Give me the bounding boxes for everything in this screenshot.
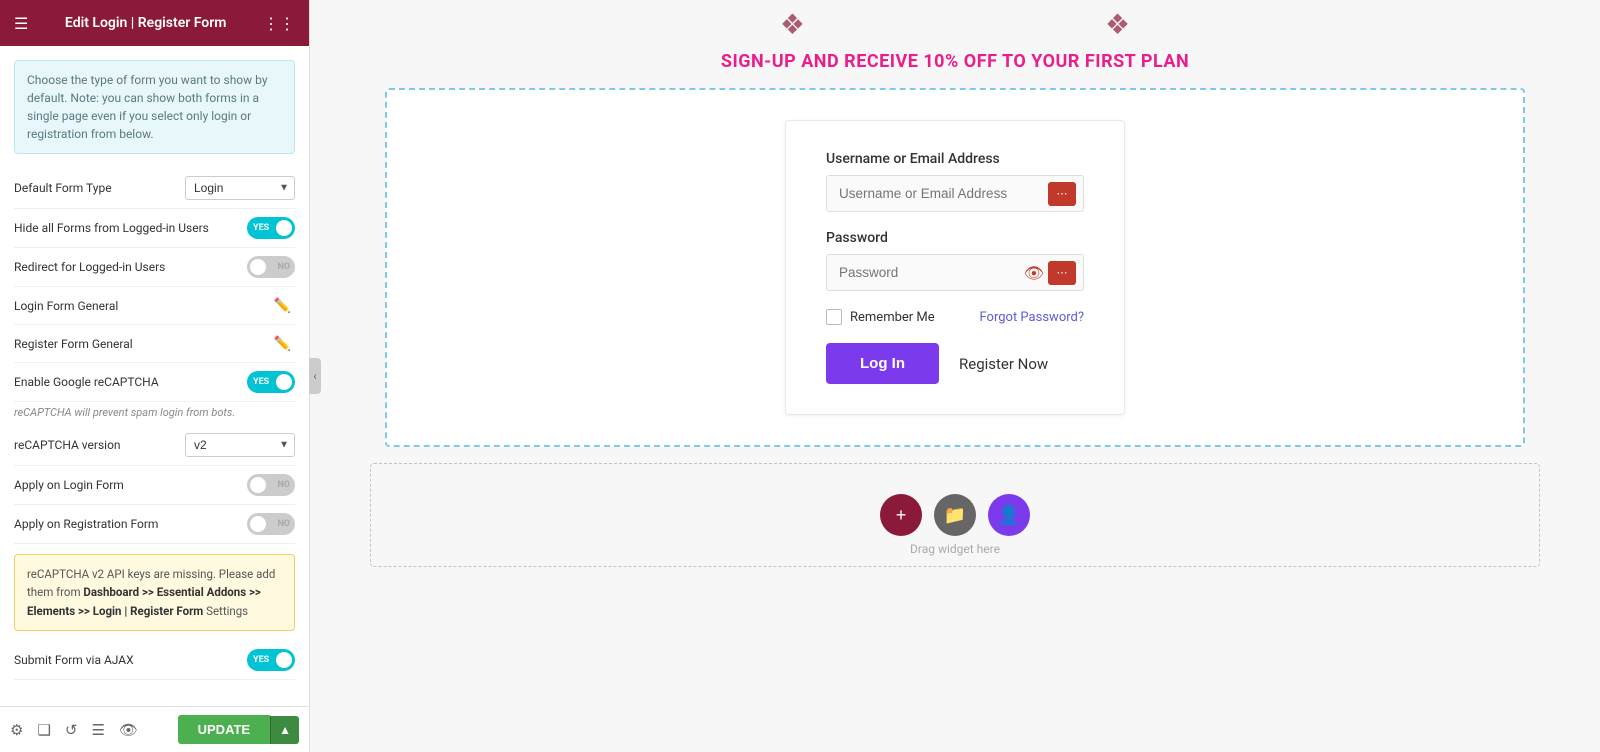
login-form-general-row: Login Form General ✏️ (14, 287, 295, 325)
redirect-label: Redirect for Logged-in Users (14, 260, 165, 274)
apply-login-toggle[interactable]: NO (247, 474, 295, 496)
enable-recaptcha-row: Enable Google reCAPTCHA YES (14, 363, 295, 402)
second-widget-area: + 📁 👤 Drag widget here (370, 463, 1540, 567)
apply-login-row: Apply on Login Form NO (14, 466, 295, 505)
register-now-link[interactable]: Register Now (959, 355, 1048, 373)
recaptcha-version-label: reCAPTCHA version (14, 438, 121, 452)
decorative-top: ❖ ❖ (310, 0, 1600, 45)
username-field-wrapper: ⋯ (826, 175, 1084, 212)
submit-ajax-toggle[interactable]: YES (247, 649, 295, 671)
recaptcha-version-row: reCAPTCHA version v2 v3 ▼ (14, 425, 295, 466)
buttons-row: Log In Register Now (826, 343, 1084, 384)
redirect-toggle[interactable]: NO (247, 256, 295, 278)
default-form-type-label: Default Form Type (14, 181, 112, 195)
widget-outer: Username or Email Address ⋯ Password 👁 ⋯ (310, 88, 1600, 447)
update-btn-group: UPDATE ▲ (178, 715, 299, 744)
history-icon[interactable]: ↺ (65, 721, 78, 739)
hide-forms-label: Hide all Forms from Logged-in Users (14, 221, 209, 235)
password-field-wrapper: 👁 ⋯ (826, 254, 1084, 291)
username-action-icon[interactable]: ⋯ (1048, 182, 1076, 206)
login-button[interactable]: Log In (826, 343, 939, 384)
default-form-type-select-wrapper: Login Register ▼ (185, 176, 295, 200)
update-arrow-button[interactable]: ▲ (270, 716, 299, 744)
drag-hint: Drag widget here (910, 542, 1000, 556)
warning-link3[interactable]: Register Form (130, 604, 203, 618)
hide-forms-row: Hide all Forms from Logged-in Users YES (14, 209, 295, 248)
eye-footer-icon[interactable]: 👁 (119, 721, 138, 739)
sidebar: ☰ Edit Login | Register Form ⋮⋮ Choose t… (0, 0, 310, 752)
remember-checkbox[interactable] (826, 309, 842, 325)
settings-icon[interactable]: ⚙ (10, 721, 23, 739)
apply-login-label: Apply on Login Form (14, 478, 124, 492)
bird-right-icon: ❖ (1105, 8, 1130, 41)
submit-ajax-label: Submit Form via AJAX (14, 653, 134, 667)
login-form-general-label: Login Form General (14, 299, 118, 313)
username-label: Username or Email Address (826, 151, 1084, 167)
layers-icon[interactable]: ❑ (37, 721, 50, 739)
password-input[interactable] (826, 254, 1084, 291)
main-content: ❖ ❖ SIGN-UP AND RECEIVE 10% OFF TO YOUR … (310, 0, 1600, 752)
apply-registration-toggle[interactable]: NO (247, 513, 295, 535)
password-eye-icon[interactable]: 👁 (1024, 263, 1044, 282)
form-widget-container: Username or Email Address ⋯ Password 👁 ⋯ (385, 88, 1525, 447)
remember-label: Remember Me (850, 310, 935, 325)
recaptcha-version-select-wrapper: v2 v3 ▼ (185, 433, 295, 457)
register-form-general-label: Register Form General (14, 337, 133, 351)
update-button[interactable]: UPDATE (178, 715, 270, 744)
hide-forms-toggle[interactable]: YES (247, 217, 295, 239)
default-form-type-row: Default Form Type Login Register ▼ (14, 168, 295, 209)
fab-plus-button[interactable]: + (880, 494, 922, 536)
username-input[interactable] (826, 175, 1084, 212)
signup-banner: SIGN-UP AND RECEIVE 10% OFF TO YOUR FIRS… (310, 45, 1600, 88)
warning-link1[interactable]: Dashboard >> (83, 585, 153, 599)
footer-icons: ⚙ ❑ ↺ ☰ 👁 (10, 721, 138, 739)
template-icon[interactable]: ☰ (91, 721, 104, 739)
enable-recaptcha-toggle[interactable]: YES (247, 371, 295, 393)
grid-icon[interactable]: ⋮⋮ (263, 14, 295, 33)
sidebar-content: Choose the type of form you want to show… (0, 46, 309, 706)
sidebar-footer: ⚙ ❑ ↺ ☰ 👁 UPDATE ▲ (0, 706, 309, 752)
password-action-icon[interactable]: ⋯ (1048, 261, 1076, 285)
hamburger-icon[interactable]: ☰ (14, 14, 28, 33)
floating-buttons: + 📁 👤 (880, 494, 1030, 536)
remember-left: Remember Me (826, 309, 935, 325)
submit-ajax-row: Submit Form via AJAX YES (14, 641, 295, 680)
collapse-handle[interactable] (309, 358, 321, 394)
default-form-type-select[interactable]: Login Register (185, 176, 295, 200)
recaptcha-hint: reCAPTCHA will prevent spam login from b… (14, 402, 295, 425)
fab-face-button[interactable]: 👤 (988, 494, 1030, 536)
register-form-general-row: Register Form General ✏️ (14, 325, 295, 363)
forgot-password-link[interactable]: Forgot Password? (979, 310, 1084, 325)
password-label: Password (826, 230, 1084, 246)
warning-settings: Settings (206, 604, 248, 618)
info-box: Choose the type of form you want to show… (14, 60, 295, 154)
recaptcha-version-select[interactable]: v2 v3 (185, 433, 295, 457)
login-form-general-edit-btn[interactable]: ✏️ (270, 295, 295, 316)
bird-left-icon: ❖ (780, 8, 805, 41)
enable-recaptcha-label: Enable Google reCAPTCHA (14, 375, 159, 389)
sidebar-title: Edit Login | Register Form (65, 15, 227, 31)
apply-registration-row: Apply on Registration Form NO (14, 505, 295, 544)
apply-registration-label: Apply on Registration Form (14, 517, 158, 531)
register-form-general-edit-btn[interactable]: ✏️ (270, 333, 295, 354)
sidebar-header: ☰ Edit Login | Register Form ⋮⋮ (0, 0, 309, 46)
remember-row: Remember Me Forgot Password? (826, 309, 1084, 325)
fab-folder-button[interactable]: 📁 (934, 494, 976, 536)
login-form-box: Username or Email Address ⋯ Password 👁 ⋯ (785, 120, 1125, 415)
warning-box: reCAPTCHA v2 API keys are missing. Pleas… (14, 554, 295, 631)
redirect-row: Redirect for Logged-in Users NO (14, 248, 295, 287)
